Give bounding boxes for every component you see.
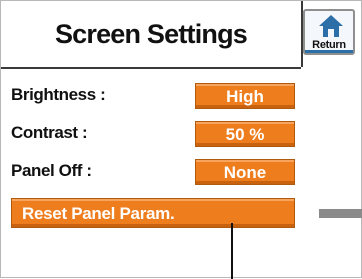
page-title: Screen Settings [54, 19, 248, 49]
callout-bar [319, 209, 362, 218]
contrast-label: Contrast : [11, 123, 88, 142]
brightness-label: Brightness : [11, 85, 106, 104]
panel-off-button[interactable]: None [195, 159, 295, 185]
settings-screen: Screen Settings Return Brightness : High… [0, 0, 362, 279]
panel-off-label: Panel Off : [11, 161, 92, 180]
home-icon [319, 15, 343, 37]
callout-pointer-line [231, 223, 233, 279]
return-underline [305, 50, 353, 53]
header: Screen Settings [1, 1, 301, 69]
return-button[interactable]: Return [303, 9, 355, 55]
reset-panel-button[interactable]: Reset Panel Param. [11, 198, 295, 228]
brightness-button[interactable]: High [195, 83, 295, 109]
contrast-button[interactable]: 50 % [195, 121, 295, 147]
